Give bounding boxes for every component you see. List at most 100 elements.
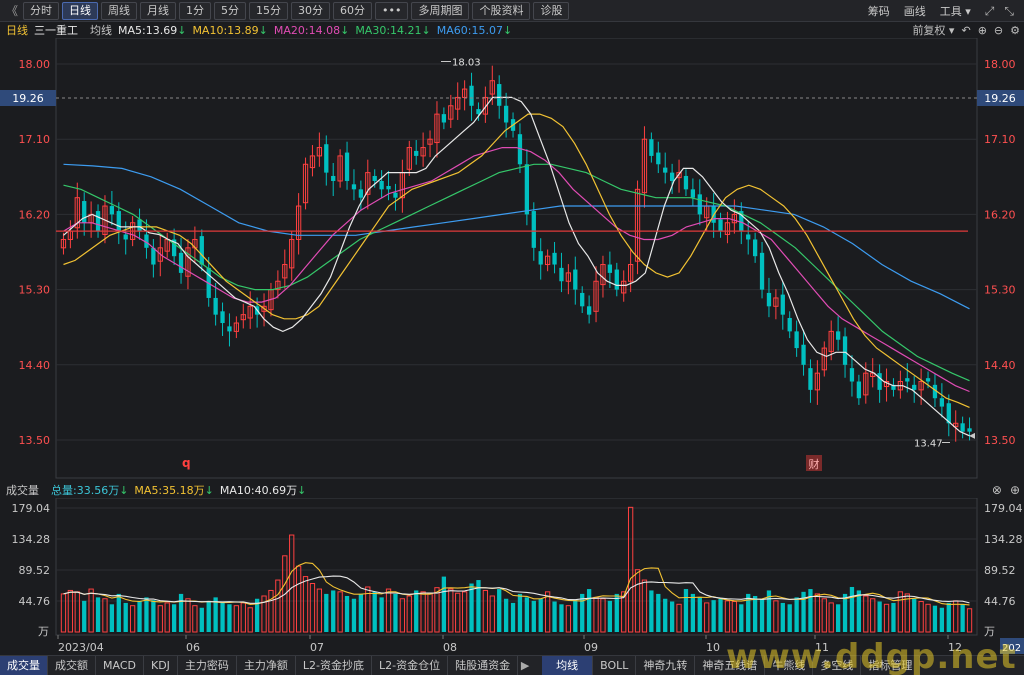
- volume-bar-up: [289, 534, 295, 633]
- tab-boll[interactable]: BOLL: [593, 656, 637, 675]
- settings-icon[interactable]: ⚙: [1010, 24, 1020, 37]
- tab-l2-bottom[interactable]: L2-资金抄底: [296, 656, 373, 675]
- volume-bar-down: [171, 604, 177, 632]
- candle-body-down: [95, 211, 101, 232]
- volume-bar-down: [649, 590, 654, 632]
- volume-bar-down: [759, 598, 765, 632]
- ma30-legend: MA30:14.21↓: [355, 24, 430, 37]
- candle-body-down: [441, 114, 447, 123]
- candle-body-down: [178, 252, 184, 273]
- x-axis-label: 08: [443, 641, 457, 654]
- candle-body-down: [351, 184, 357, 190]
- ref-price-label-right: 19.26: [984, 92, 1016, 105]
- volume-bar-down: [946, 602, 951, 632]
- candle-body-down: [663, 167, 668, 173]
- tab-30min[interactable]: 30分: [291, 1, 330, 20]
- tab-kdj[interactable]: KDJ: [144, 656, 178, 675]
- volume-bar-down: [856, 590, 862, 632]
- volume-bar-up: [925, 603, 931, 633]
- cai-marker: 财: [809, 457, 820, 471]
- tab-magic-nine[interactable]: 神奇九转: [636, 656, 696, 675]
- volume-tick-left: 44.76: [19, 595, 51, 608]
- volume-bar-down: [912, 598, 917, 632]
- tab-hk-connect[interactable]: 陆股通资金: [448, 656, 519, 675]
- multi-period-button[interactable]: 多周期图: [411, 1, 470, 20]
- volume-bar-down: [393, 593, 398, 632]
- volume-axis-labels: 179.04 179.04 134.28 134.28 89.52 89.52 44.76 4…: [12, 502, 1024, 654]
- ma-legend-right: 前复权 ▾ ↶ ⊕ ⊖ ⚙: [905, 22, 1020, 38]
- back-nav-icon[interactable]: 《: [4, 2, 20, 19]
- volume-tick-left: 89.52: [19, 564, 51, 577]
- tab-ma[interactable]: 均线: [542, 656, 594, 675]
- tab-macd[interactable]: MACD: [96, 656, 144, 675]
- tab-volume[interactable]: 成交量: [0, 656, 48, 675]
- more-periods-button[interactable]: •••: [375, 1, 409, 20]
- undo-icon[interactable]: ↶: [961, 24, 970, 37]
- candle-body-down: [877, 373, 882, 390]
- volume-bar-down: [697, 597, 702, 632]
- candle-body-down: [573, 269, 578, 290]
- tab-turnover[interactable]: 成交额: [48, 656, 96, 675]
- volume-bar-down: [580, 593, 585, 632]
- volume-bar-up: [448, 588, 454, 633]
- volume-ma10: MA10:40.69万↓: [220, 482, 306, 498]
- tab-weekly[interactable]: 周线: [101, 1, 137, 20]
- zoom-in-icon[interactable]: ⊕: [978, 24, 987, 37]
- candle-body-down: [324, 144, 329, 173]
- volume-add-icon[interactable]: ⊕: [1010, 483, 1020, 497]
- chips-button[interactable]: 筹码: [868, 3, 890, 19]
- volume-bar-down: [109, 604, 115, 632]
- tab-60min[interactable]: 60分: [333, 1, 372, 20]
- close-icon[interactable]: ⤡: [1004, 4, 1014, 19]
- candle-body-down: [759, 252, 765, 290]
- tab-monthly[interactable]: 月线: [140, 1, 176, 20]
- candle-body-down: [849, 368, 855, 382]
- volume-legend: 成交量 总量:33.56万↓ MA5:35.18万↓ MA10:40.69万↓: [0, 482, 1024, 498]
- draw-line-button[interactable]: 画线: [904, 3, 926, 19]
- tab-1min[interactable]: 1分: [179, 1, 211, 20]
- top-toolbar: 《 分时 日线 周线 月线 1分 5分 15分 30分 60分 ••• 多周期图…: [0, 0, 1024, 22]
- tabs-more-icon[interactable]: ▶: [518, 659, 532, 672]
- expand-icon[interactable]: ⤢: [985, 4, 995, 19]
- price-tick-right: 16.20: [984, 208, 1016, 221]
- volume-total-arrow: ↓: [119, 484, 129, 497]
- volume-bar-down: [586, 589, 592, 632]
- adjust-mode-button[interactable]: 前复权 ▾: [912, 22, 954, 38]
- volume-chart[interactable]: 179.04 179.04 134.28 134.28 89.52 89.52 44.76 4…: [0, 498, 1024, 655]
- diagnose-button[interactable]: 诊股: [533, 1, 570, 20]
- tab-main-force-net[interactable]: 主力净额: [237, 656, 296, 675]
- x-axis-label: 09: [584, 641, 598, 654]
- ma10-legend: MA10:13.89↓: [192, 24, 267, 37]
- volume-bar-up: [966, 608, 973, 633]
- volume-bar-up: [185, 598, 191, 633]
- tab-intraday[interactable]: 分时: [23, 1, 59, 20]
- tab-daily[interactable]: 日线: [62, 1, 98, 20]
- ma5-legend: MA5:13.69↓: [118, 24, 186, 37]
- candle-body-down: [538, 251, 543, 265]
- stock-info-button[interactable]: 个股资料: [472, 1, 531, 20]
- candle-body-down: [531, 211, 536, 248]
- volume-bar-down: [780, 602, 785, 632]
- tab-5min[interactable]: 5分: [214, 1, 246, 20]
- volume-bar-down: [199, 607, 204, 632]
- tools-button[interactable]: 工具 ▾: [940, 3, 971, 19]
- price-chart[interactable]: 19.26 19.26 18.03 13.47 q 财 18.00 18.00 17.10 17…: [0, 38, 1024, 480]
- zoom-out-icon[interactable]: ⊖: [994, 24, 1003, 37]
- volume-bar-down: [220, 601, 225, 632]
- ma20-legend: MA20:14.08↓: [274, 24, 349, 37]
- price-tick-right: 14.40: [984, 359, 1016, 372]
- tab-main-force-code[interactable]: 主力密码: [178, 656, 237, 675]
- volume-close-icon[interactable]: ⊗: [992, 483, 1002, 497]
- candle-body-down: [151, 247, 156, 265]
- volume-bar-up: [164, 602, 170, 633]
- tab-15min[interactable]: 15分: [249, 1, 288, 20]
- volume-bar-up: [724, 600, 731, 633]
- candle-body-down: [220, 311, 225, 324]
- volume-bar-up: [883, 603, 890, 633]
- volume-bar-up: [814, 593, 821, 633]
- candle-body-down: [344, 152, 350, 181]
- volume-ma5-arrow: ↓: [204, 484, 214, 497]
- tab-l2-position[interactable]: L2-资金仓位: [372, 656, 449, 675]
- toolbar-right: 筹码 画线 工具 ▾ ⤢ ⤡: [868, 0, 1024, 22]
- avg-label[interactable]: 均线: [90, 22, 112, 38]
